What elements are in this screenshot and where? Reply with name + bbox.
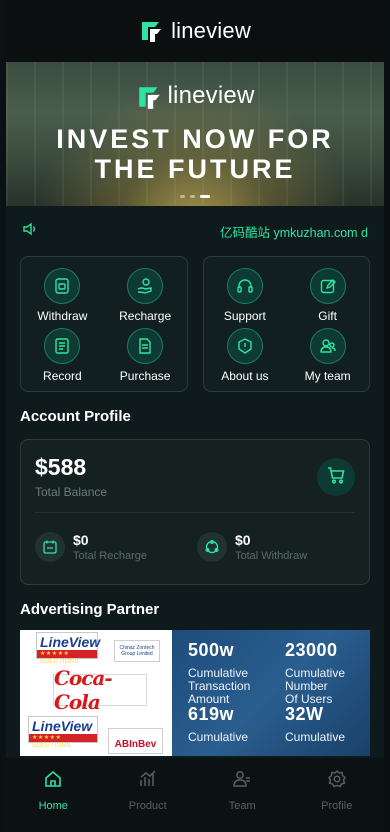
document-icon: [127, 327, 164, 364]
abinbev-partner-logo: ABInBev: [108, 728, 163, 754]
tab-profile[interactable]: Profile: [290, 758, 385, 822]
carousel-dot[interactable]: [190, 195, 195, 198]
quick-panel-funds: Withdraw Recharge Record Purchase: [20, 256, 188, 392]
headset-icon: [226, 267, 263, 304]
partner-logos: LineView ★★★★★ SOLUTIONS Chinaz Zontech …: [20, 630, 172, 756]
notice-bar: 亿码酷站 ymkuzhan.com d: [6, 206, 384, 256]
total-recharge-stat: $0 Total Recharge: [35, 532, 147, 562]
settings-icon: [327, 769, 347, 794]
app-header: lineview: [6, 0, 384, 62]
home-icon: [43, 769, 63, 794]
hand-coin-icon: [127, 267, 164, 304]
tab-profile-label: Profile: [321, 799, 353, 812]
bottom-tab-bar: Home Product Team Profile: [6, 758, 384, 822]
partner-stats: 500w Cumulative Transaction Amount 23000…: [172, 630, 370, 756]
stat-value: 32W: [285, 704, 324, 724]
account-card: $588 Total Balance $0 Total Recharge $0 …: [20, 439, 370, 585]
my-team-button[interactable]: My team: [286, 325, 369, 385]
support-label: Support: [223, 308, 266, 323]
total-recharge-value: $0: [73, 532, 89, 548]
stat-value: 23000: [285, 640, 338, 660]
purchase-button[interactable]: Purchase: [104, 325, 187, 385]
carousel-indicators: [6, 195, 384, 198]
stat-label: Cumulative Transaction Amount: [188, 666, 251, 706]
about-us-label: About us: [221, 368, 269, 383]
account-divider: [35, 512, 355, 513]
gift-label: Gift: [318, 308, 337, 323]
my-team-label: My team: [304, 368, 351, 383]
tab-product-label: Product: [128, 799, 167, 812]
stat-label: Cumulative: [285, 730, 346, 744]
total-withdraw-label: Total Withdraw: [235, 550, 308, 562]
ledger-icon: [44, 327, 81, 364]
partner-stat: 619w Cumulative: [188, 704, 285, 756]
cart-icon: [326, 465, 346, 490]
cart-button[interactable]: [317, 458, 355, 496]
stat-label: Cumulative: [188, 730, 249, 744]
network-icon: [197, 532, 227, 562]
recharge-label: Recharge: [119, 308, 172, 323]
tab-product[interactable]: Product: [101, 758, 196, 822]
record-label: Record: [43, 368, 82, 383]
about-us-button[interactable]: About us: [204, 325, 287, 385]
edit-icon: [309, 267, 346, 304]
app-screen: lineview lineview INVEST NOW FOR THE FUT…: [6, 0, 384, 832]
stat-label: Cumulative Number Of Users: [285, 666, 346, 706]
coca-cola-partner-logo: Coca-Cola: [53, 666, 147, 714]
speaker-icon: [22, 221, 38, 242]
recharge-button[interactable]: Recharge: [104, 265, 187, 325]
total-withdraw-stat: $0 Total Withdraw: [197, 532, 307, 562]
purchase-label: Purchase: [119, 368, 171, 383]
brand-name: lineview: [171, 18, 251, 43]
partner-stat: 23000 Cumulative Number Of Users: [285, 640, 370, 706]
lineview-logo-icon: [139, 18, 165, 44]
lineview-partner-logo: LineView ★★★★★ SOLUTIONS: [36, 632, 100, 665]
support-button[interactable]: Support: [204, 265, 287, 325]
banner-brand: lineview: [167, 82, 255, 109]
withdraw-label: Withdraw: [37, 308, 88, 323]
record-button[interactable]: Record: [21, 325, 104, 385]
banner-logo: lineview: [6, 82, 384, 110]
chinaz-partner-logo: Chinaz Zontech Group Limited: [114, 640, 160, 662]
stat-value: 500w: [188, 640, 235, 660]
withdraw-button[interactable]: Withdraw: [21, 265, 104, 325]
account-profile-title: Account Profile: [20, 408, 131, 425]
partner-banner[interactable]: LineView ★★★★★ SOLUTIONS Chinaz Zontech …: [20, 630, 370, 756]
wallet-icon: [44, 267, 81, 304]
safe-area: [6, 822, 384, 832]
lineview-partner-logo-2: LineView ★★★★★ SOLUTIONS: [28, 716, 98, 749]
banner-headline-line1: INVEST NOW FOR: [56, 124, 334, 154]
total-recharge-label: Total Recharge: [73, 550, 147, 562]
notice-text: 亿码酷站 ymkuzhan.com d: [220, 225, 368, 240]
alert-circle-icon: [226, 327, 263, 364]
partner-stat: 32W Cumulative: [285, 704, 370, 756]
carousel-dot[interactable]: [180, 195, 185, 198]
promo-banner[interactable]: lineview INVEST NOW FOR THE FUTURE: [6, 62, 384, 206]
total-withdraw-value: $0: [235, 532, 251, 548]
tab-home[interactable]: Home: [6, 758, 101, 822]
bar-chart-icon: [138, 769, 158, 794]
advertising-partner-title: Advertising Partner: [20, 601, 160, 618]
lineview-logo-icon: [136, 83, 162, 109]
tab-home-label: Home: [38, 799, 68, 812]
users-icon: [309, 327, 346, 364]
quick-actions: Withdraw Recharge Record Purchase Suppor…: [6, 256, 384, 392]
banner-headline-line2: THE FUTURE: [94, 154, 296, 184]
calendar-icon: [35, 532, 65, 562]
quick-panel-service: Support Gift About us My team: [202, 256, 370, 392]
tab-team-label: Team: [228, 799, 256, 812]
team-icon: [232, 769, 252, 794]
stat-value: 619w: [188, 704, 235, 724]
carousel-dot-active[interactable]: [200, 195, 210, 198]
tab-team[interactable]: Team: [195, 758, 290, 822]
gift-button[interactable]: Gift: [286, 265, 369, 325]
total-balance-value: $588: [35, 454, 87, 480]
partner-stat: 500w Cumulative Transaction Amount: [188, 640, 285, 706]
total-balance-label: Total Balance: [35, 485, 108, 499]
